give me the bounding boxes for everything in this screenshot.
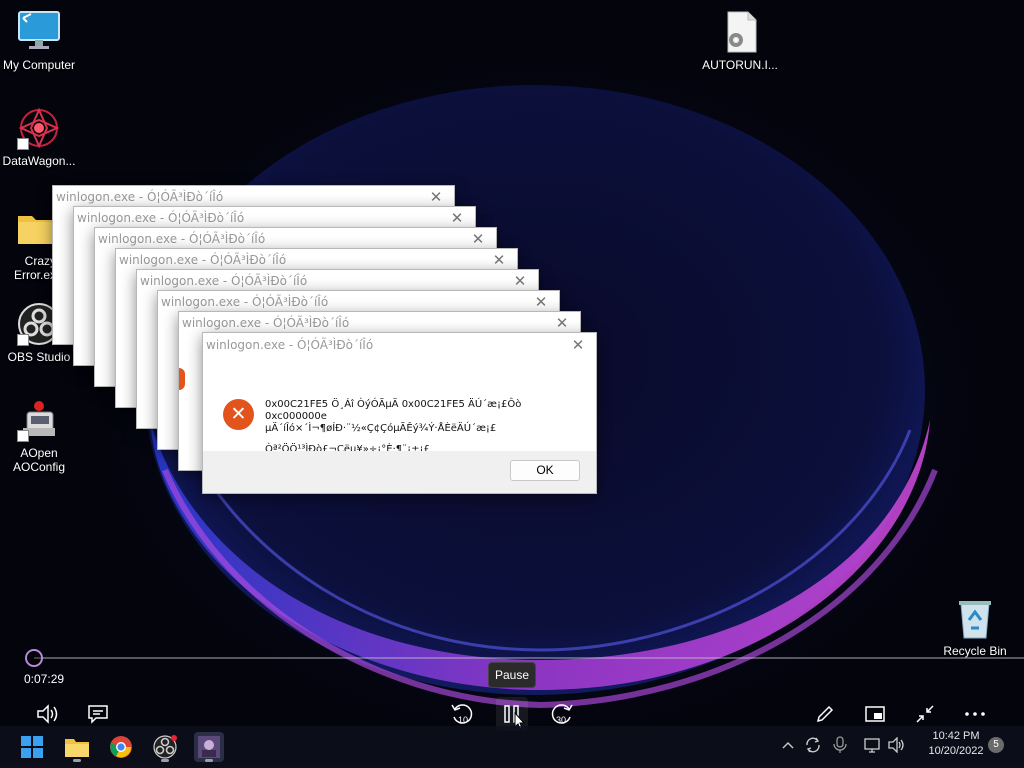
- mini-view-button[interactable]: [860, 700, 890, 728]
- captions-button[interactable]: [83, 700, 113, 728]
- window-title: winlogon.exe - Ó¦ÓÃ³ÌÐò´íÎó: [56, 190, 224, 204]
- more-icon: [965, 712, 985, 716]
- error-message: 0x00C21FE5 Ö¸Áî ÒýÓÃµÄ 0x00C21FE5 ÄÚ´æ¡£…: [265, 399, 578, 455]
- elapsed-time: 0:07:29: [24, 672, 65, 686]
- sync-icon: [806, 737, 820, 753]
- window-title: winlogon.exe - Ó¦ÓÃ³ÌÐò´íÎó: [140, 274, 308, 288]
- desktop-icon-aopen-aoconfig[interactable]: AOpen AOConfig: [0, 398, 80, 474]
- obs-icon: [153, 735, 177, 759]
- close-icon[interactable]: ✕: [533, 293, 549, 311]
- error-icon-peek: [179, 368, 185, 390]
- desktop-icon-label: DataWagon...: [2, 154, 76, 168]
- error-message-line: 0x00C21FE5 Ö¸Áî ÒýÓÃµÄ 0x00C21FE5 ÄÚ´æ¡£…: [265, 399, 522, 434]
- start-icon: [21, 736, 43, 758]
- svg-text:30: 30: [556, 715, 566, 725]
- desktop-icon-label: Crazy Error.ex: [13, 254, 56, 282]
- file-explorer-icon: [65, 739, 89, 757]
- desktop-icon-label: My Computer: [2, 58, 76, 72]
- tray-sync[interactable]: [803, 735, 823, 755]
- edit-button[interactable]: [810, 700, 840, 728]
- pencil-icon: [816, 705, 834, 723]
- error-dialog[interactable]: winlogon.exe - Ó¦ÓÃ³ÌÐò´íÎó ✕ ✕ 0x00C21F…: [202, 332, 597, 494]
- desktop-icon-label: Recycle Bin: [943, 644, 1007, 658]
- desktop-icon-autorun[interactable]: AUTORUN.I...: [699, 10, 781, 72]
- recycle-bin-icon: [953, 596, 997, 640]
- show-hidden-icons-button[interactable]: [778, 735, 798, 755]
- close-icon[interactable]: ✕: [570, 336, 586, 354]
- chrome-icon: [110, 736, 132, 758]
- volume-icon: [37, 704, 58, 724]
- clock-date: 10/20/2022: [928, 745, 984, 757]
- window-title: winlogon.exe - Ó¦ÓÃ³ÌÐò´íÎó: [182, 316, 350, 330]
- seek-bar-thumb[interactable]: [25, 649, 43, 667]
- captions-icon: [88, 705, 108, 724]
- skip-back-button[interactable]: 10: [447, 700, 477, 728]
- taskbar-obs[interactable]: [150, 732, 180, 762]
- exit-fullscreen-icon: [916, 705, 934, 723]
- close-icon[interactable]: ✕: [449, 209, 465, 227]
- mini-player-icon: [865, 706, 885, 722]
- datawagon-icon: [17, 106, 61, 150]
- taskbar-game-app[interactable]: [194, 732, 224, 762]
- taskbar-file-explorer[interactable]: [62, 732, 92, 762]
- volume-icon: [888, 737, 904, 753]
- pause-tooltip: Pause: [488, 662, 536, 688]
- volume-button[interactable]: [33, 700, 63, 728]
- settings-file-icon: [718, 10, 762, 54]
- clock-time: 10:42 PM: [932, 730, 980, 742]
- skip-forward-button[interactable]: 30: [547, 700, 577, 728]
- robot-icon: [17, 398, 61, 442]
- window-title: winlogon.exe - Ó¦ÓÃ³ÌÐò´íÎó: [98, 232, 266, 246]
- seek-bar-track[interactable]: [34, 657, 1024, 659]
- taskbar-chrome[interactable]: [106, 732, 136, 762]
- window-title: winlogon.exe - Ó¦ÓÃ³ÌÐò´íÎó: [206, 338, 374, 352]
- desktop-icon-label: OBS Studio: [7, 350, 71, 364]
- microphone-icon: [833, 736, 847, 753]
- desktop-icon-label: AOpen AOConfig: [12, 446, 66, 474]
- desktop-icon-label: AUTORUN.I...: [702, 58, 778, 72]
- ok-button[interactable]: OK: [510, 460, 580, 481]
- exit-fullscreen-button[interactable]: [910, 700, 940, 728]
- skip-back-icon: 10: [451, 704, 473, 725]
- chevron-up-icon: [782, 742, 794, 749]
- taskbar-clock[interactable]: 10:42 PM 10/20/2022: [920, 729, 992, 759]
- notification-badge[interactable]: 5: [988, 737, 1004, 753]
- shortcut-arrow-icon: [17, 430, 29, 442]
- window-title: winlogon.exe - Ó¦ÓÃ³ÌÐò´íÎó: [119, 253, 287, 267]
- tray-volume[interactable]: [887, 735, 907, 755]
- taskbar-active-indicator: [205, 759, 213, 762]
- desktop-icon-crazy-error[interactable]: Crazy Error.ex: [0, 206, 58, 282]
- close-icon[interactable]: ✕: [470, 230, 486, 248]
- close-icon[interactable]: ✕: [428, 188, 444, 206]
- game-app-icon: [198, 736, 220, 758]
- close-icon[interactable]: ✕: [554, 314, 570, 332]
- error-icon: ✕: [223, 399, 254, 430]
- desktop-icon-my-computer[interactable]: My Computer: [0, 10, 80, 72]
- skip-forward-icon: 30: [551, 704, 573, 725]
- tray-microphone[interactable]: [830, 735, 850, 755]
- dialog-footer: OK: [203, 451, 596, 493]
- start-button[interactable]: [17, 732, 47, 762]
- window-title: winlogon.exe - Ó¦ÓÃ³ÌÐò´íÎó: [161, 295, 329, 309]
- svg-text:10: 10: [458, 715, 468, 725]
- taskbar-active-indicator: [161, 759, 169, 762]
- desktop-icon-recycle-bin[interactable]: Recycle Bin: [934, 596, 1016, 658]
- desktop-icon-datawagon[interactable]: DataWagon...: [0, 106, 80, 168]
- window-title: winlogon.exe - Ó¦ÓÃ³ÌÐò´íÎó: [77, 211, 245, 225]
- close-icon[interactable]: ✕: [491, 251, 507, 269]
- tray-network[interactable]: [862, 735, 882, 755]
- network-icon: [864, 738, 880, 753]
- monitor-icon: [17, 10, 61, 54]
- taskbar-active-indicator: [73, 759, 81, 762]
- close-icon[interactable]: ✕: [512, 272, 528, 290]
- shortcut-arrow-icon: [17, 138, 29, 150]
- shortcut-arrow-icon: [17, 334, 29, 346]
- more-options-button[interactable]: [960, 700, 990, 728]
